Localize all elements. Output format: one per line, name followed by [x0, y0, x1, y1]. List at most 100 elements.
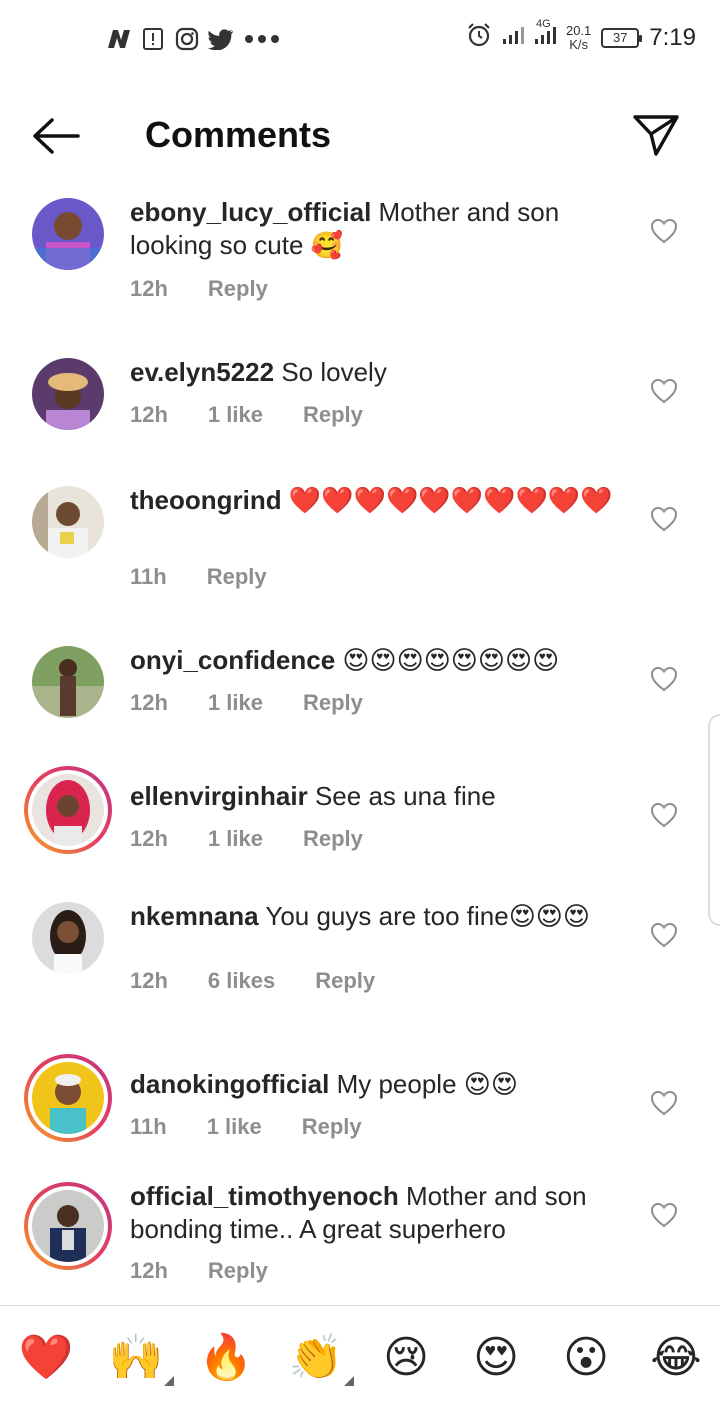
comment-item: theoongrind ❤️❤️❤️❤️❤️❤️❤️❤️❤️❤️ 11h Rep…	[0, 478, 720, 628]
comment-time: 12h	[130, 276, 168, 301]
avatar[interactable]	[32, 486, 104, 558]
reply-button[interactable]: Reply	[303, 690, 363, 716]
comment-meta: 11h Reply	[130, 564, 267, 590]
reply-button[interactable]: Reply	[315, 968, 375, 994]
notification-icons	[106, 26, 282, 52]
reaction-surprised[interactable]: 😮	[556, 1328, 616, 1388]
comment-item: official_timothyenoch Mother and son bon…	[0, 1180, 720, 1302]
reply-button[interactable]: Reply	[303, 826, 363, 852]
comment-username[interactable]: ellenvirginhair	[130, 781, 308, 811]
battery-indicator: 37	[601, 27, 643, 48]
share-button[interactable]	[632, 112, 680, 158]
like-button[interactable]	[650, 378, 678, 404]
comment-body: You guys are too fine😍😍😍	[265, 901, 591, 931]
comment-text: official_timothyenoch Mother and son bon…	[130, 1180, 630, 1246]
comment-time: 12h	[130, 968, 168, 993]
skin-tone-corner-icon	[344, 1376, 354, 1386]
n-logo-icon	[106, 26, 132, 52]
comment-body: ❤️❤️❤️❤️❤️❤️❤️❤️❤️❤️	[288, 485, 613, 515]
like-button[interactable]	[650, 922, 678, 948]
reaction-clapping[interactable]: 👏	[286, 1328, 354, 1388]
comment-likes[interactable]: 1 like	[208, 826, 263, 852]
like-button[interactable]	[650, 506, 678, 532]
side-edge-handle[interactable]	[708, 714, 720, 926]
comment-time: 12h	[130, 826, 168, 851]
comment-likes[interactable]: 1 like	[208, 690, 263, 716]
clapping-emoji: 👏	[288, 1332, 344, 1383]
more-dots-icon	[242, 26, 282, 52]
reply-button[interactable]: Reply	[208, 276, 268, 302]
avatar	[32, 774, 104, 846]
comment-meta: 12h Reply	[130, 1258, 268, 1284]
comment-likes[interactable]: 6 likes	[208, 968, 275, 994]
reply-button[interactable]: Reply	[207, 564, 267, 590]
comment-username[interactable]: official_timothyenoch	[130, 1181, 399, 1211]
skin-tone-corner-icon	[164, 1376, 174, 1386]
heart-outline-icon	[650, 802, 678, 828]
heart-outline-icon	[650, 1202, 678, 1228]
network-speed: 20.1 K/s	[565, 22, 592, 52]
reply-button[interactable]: Reply	[208, 1258, 268, 1284]
comment-time: 12h	[130, 402, 168, 427]
comment-body: See as una fine	[314, 781, 496, 811]
reaction-fire[interactable]: 🔥	[196, 1328, 256, 1388]
comment-text: onyi_confidence 😍😍😍😍😍😍😍😍	[130, 644, 630, 677]
heart-outline-icon	[650, 218, 678, 244]
like-button[interactable]	[650, 802, 678, 828]
like-button[interactable]	[650, 1202, 678, 1228]
reaction-raising-hands[interactable]: 🙌	[106, 1328, 174, 1388]
speed-unit: K/s	[569, 36, 589, 52]
comment-username[interactable]: nkemnana	[130, 901, 259, 931]
avatar[interactable]	[32, 902, 104, 974]
avatar	[32, 1190, 104, 1262]
avatar	[32, 1062, 104, 1134]
reaction-crying[interactable]: 😢	[376, 1328, 436, 1388]
comment-text: ellenvirginhair See as una fine	[130, 780, 630, 813]
signal-4g-icon: 4G	[534, 18, 556, 50]
speed-value: 20.1	[565, 22, 592, 38]
reaction-heart-eyes[interactable]: 😍	[466, 1328, 526, 1388]
avatar-story-ring[interactable]	[24, 1182, 112, 1270]
quick-reaction-bar: ❤️ 🙌 🔥 👏 😢 😍 😮 😂	[0, 1305, 720, 1402]
comment-likes[interactable]: 1 like	[208, 402, 263, 428]
avatar[interactable]	[32, 646, 104, 718]
comment-meta: 12h Reply	[130, 276, 268, 302]
reaction-laughing[interactable]: 😂	[646, 1328, 706, 1388]
comment-meta: 12h 1 like Reply	[130, 690, 363, 716]
comment-text: nkemnana You guys are too fine😍😍😍	[130, 900, 630, 933]
comment-likes[interactable]: 1 like	[207, 1114, 262, 1140]
comment-item: onyi_confidence 😍😍😍😍😍😍😍😍 12h 1 like Repl…	[0, 638, 720, 758]
network-type: 4G	[535, 18, 551, 30]
reply-button[interactable]: Reply	[303, 402, 363, 428]
signal-icon	[502, 25, 524, 50]
avatar-story-ring[interactable]	[24, 766, 112, 854]
comment-username[interactable]: onyi_confidence	[130, 645, 335, 675]
avatar-story-ring[interactable]	[24, 1054, 112, 1142]
avatar[interactable]	[32, 358, 104, 430]
comments-list[interactable]: ebony_lucy_official Mother and son looki…	[0, 190, 720, 1302]
comment-username[interactable]: ev.elyn5222	[130, 357, 274, 387]
comment-username[interactable]: ebony_lucy_official	[130, 197, 371, 227]
comment-body: 😍😍😍😍😍😍😍😍	[342, 645, 560, 675]
system-indicators: 4G 20.1 K/s 37 7:19	[466, 18, 696, 53]
comment-username[interactable]: danokingofficial	[130, 1069, 329, 1099]
like-button[interactable]	[650, 666, 678, 692]
comment-text: danokingofficial My people 😍😍	[130, 1068, 630, 1101]
reaction-heart[interactable]: ❤️	[16, 1328, 76, 1388]
reply-button[interactable]: Reply	[302, 1114, 362, 1140]
comment-time: 12h	[130, 690, 168, 715]
comment-time: 11h	[130, 1114, 167, 1139]
comment-text: ebony_lucy_official Mother and son looki…	[130, 196, 630, 262]
comment-username[interactable]: theoongrind	[130, 485, 282, 515]
comment-text: ev.elyn5222 So lovely	[130, 356, 630, 389]
alarm-icon	[466, 22, 492, 53]
like-button[interactable]	[650, 218, 678, 244]
battery-level: 37	[613, 30, 628, 45]
comment-body: So lovely	[281, 357, 387, 387]
like-button[interactable]	[650, 1090, 678, 1116]
avatar[interactable]	[32, 198, 104, 270]
back-button[interactable]	[30, 116, 82, 156]
comment-time: 11h	[130, 564, 167, 589]
comment-meta: 12h 1 like Reply	[130, 826, 363, 852]
twitter-icon	[208, 26, 234, 52]
